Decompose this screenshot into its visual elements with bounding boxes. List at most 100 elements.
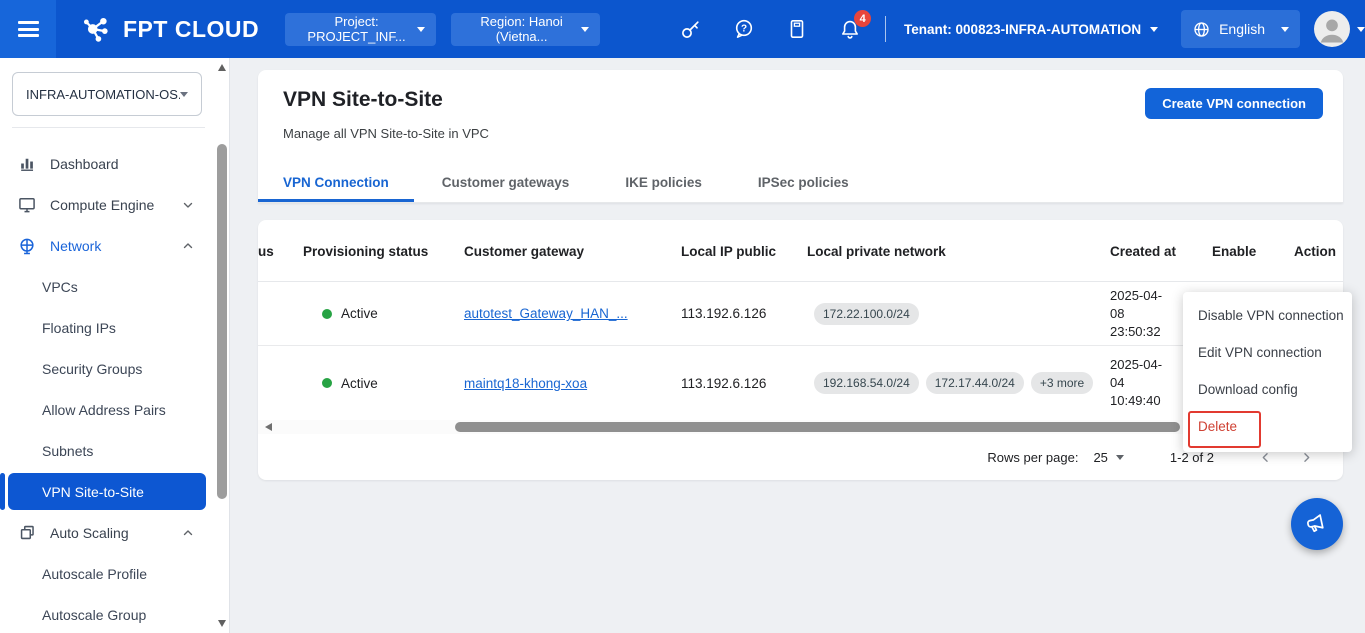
sidebar-item-label: Compute Engine (50, 197, 154, 213)
scroll-up-arrow-icon[interactable] (218, 64, 226, 71)
sidebar-item-security-groups[interactable]: Security Groups (0, 348, 218, 389)
scrollbar-thumb[interactable] (217, 144, 227, 499)
col-created-at: Created at (1110, 220, 1176, 282)
rows-per-page-label: Rows per page: (987, 450, 1078, 465)
hamburger-icon (18, 18, 39, 41)
chevron-down-icon (581, 27, 589, 32)
horizontal-scrollbar[interactable] (258, 420, 1343, 434)
menu-item-download-config[interactable]: Download config (1183, 371, 1352, 408)
chevron-down-icon (180, 92, 188, 97)
sidebar-item-label: Subnets (42, 443, 93, 459)
gateway-link[interactable]: autotest_Gateway_HAN_... (464, 306, 628, 321)
sidebar-item-label: Dashboard (50, 156, 119, 172)
sidebar-item-floating-ips[interactable]: Floating IPs (0, 307, 218, 348)
scroll-left-arrow-icon[interactable] (265, 423, 272, 431)
status-dot-icon (322, 378, 332, 388)
sidebar-item-network[interactable]: Network (0, 225, 218, 266)
customer-gateway-cell: maintq18-khong-xoa (464, 346, 679, 420)
feedback-fab-button[interactable] (1291, 498, 1343, 550)
sidebar-item-dashboard[interactable]: Dashboard (0, 143, 218, 184)
status-dot-icon (322, 309, 332, 319)
scroll-down-arrow-icon[interactable] (218, 620, 226, 627)
gateway-link[interactable]: maintq18-khong-xoa (464, 376, 587, 391)
language-selector[interactable]: English (1181, 10, 1300, 48)
network-chip: 172.22.100.0/24 (814, 303, 919, 325)
table-row: Active maintq18-khong-xoa 113.192.6.126 … (258, 345, 1343, 420)
sidebar-item-label: VPCs (42, 279, 78, 295)
chat-question-icon[interactable]: ? (731, 16, 757, 42)
monitor-icon (16, 194, 38, 216)
navbar-icon-group: ? 4 (678, 16, 863, 42)
share-network-icon (80, 12, 114, 46)
vpn-table-card: us Provisioning status Customer gateway … (258, 220, 1343, 480)
page-subtitle: Manage all VPN Site-to-Site in VPC (283, 126, 489, 141)
sidebar-item-auto-scaling[interactable]: Auto Scaling (0, 512, 218, 553)
app-root: FPT CLOUD Project: PROJECT_INF... Region… (0, 0, 1365, 633)
row-action-context-menu: Disable VPN connection Edit VPN connecti… (1183, 292, 1352, 452)
sidebar-divider (12, 127, 205, 128)
notifications-bell-icon[interactable]: 4 (837, 16, 863, 42)
sidebar-item-label: Network (50, 238, 101, 254)
created-at-text: 2025-04-08 23:50:32 (1110, 287, 1172, 341)
tab-ike-policies[interactable]: IKE policies (597, 165, 730, 202)
tab-customer-gateways[interactable]: Customer gateways (414, 165, 598, 202)
menu-toggle-button[interactable] (0, 0, 56, 58)
tab-bar: VPN Connection Customer gateways IKE pol… (258, 165, 1343, 203)
rows-per-page-value: 25 (1093, 450, 1107, 465)
page-title: VPN Site-to-Site (283, 88, 443, 112)
tenant-selector[interactable]: Tenant: 000823-INFRA-AUTOMATION (904, 22, 1158, 37)
network-chip-more[interactable]: +3 more (1031, 372, 1093, 394)
project-dropdown[interactable]: Project: PROJECT_INF... (285, 13, 436, 46)
sidebar: INFRA-AUTOMATION-OS... Dashboard Compute… (0, 58, 230, 633)
table-header-row: us Provisioning status Customer gateway … (258, 220, 1343, 282)
scrollbar-thumb[interactable] (455, 422, 1180, 432)
col-action: Action (1294, 220, 1336, 282)
workspace-selector[interactable]: INFRA-AUTOMATION-OS... (12, 72, 202, 116)
megaphone-icon (1302, 509, 1333, 540)
sidebar-nav: Dashboard Compute Engine Network (0, 143, 218, 633)
docs-book-icon[interactable] (784, 16, 810, 42)
create-vpn-connection-button[interactable]: Create VPN connection (1145, 88, 1323, 119)
sidebar-item-vpcs[interactable]: VPCs (0, 266, 218, 307)
sidebar-item-autoscale-profile[interactable]: Autoscale Profile (0, 553, 218, 594)
network-chip: 192.168.54.0/24 (814, 372, 919, 394)
user-menu[interactable] (1314, 11, 1365, 47)
network-chip: 172.17.44.0/24 (926, 372, 1024, 394)
rows-per-page-select[interactable]: 25 (1093, 450, 1123, 465)
region-dropdown-label: Region: Hanoi (Vietna... (462, 14, 581, 44)
tenant-label: Tenant: 000823-INFRA-AUTOMATION (904, 22, 1141, 37)
sidebar-item-label: Floating IPs (42, 320, 116, 336)
col-local-ip-public: Local IP public (681, 220, 776, 282)
chevron-down-icon (1150, 27, 1158, 32)
chevron-down-icon (1281, 27, 1289, 32)
tab-ipsec-policies[interactable]: IPSec policies (730, 165, 877, 202)
key-icon[interactable] (678, 16, 704, 42)
project-dropdown-label: Project: PROJECT_INF... (296, 14, 417, 44)
sidebar-item-vpn-site-to-site[interactable]: VPN Site-to-Site (8, 473, 206, 510)
sidebar-item-compute-engine[interactable]: Compute Engine (0, 184, 218, 225)
sidebar-item-label: Security Groups (42, 361, 142, 377)
private-network-cell: 192.168.54.0/24 172.17.44.0/24 +3 more (814, 346, 1119, 420)
col-status-truncated: us (258, 220, 298, 282)
notification-badge: 4 (854, 10, 871, 27)
menu-item-delete[interactable]: Delete (1183, 408, 1352, 445)
sidebar-item-subnets[interactable]: Subnets (0, 430, 218, 471)
layers-icon (16, 522, 38, 544)
chevron-up-icon (181, 526, 195, 540)
region-dropdown[interactable]: Region: Hanoi (Vietna... (451, 13, 600, 46)
sidebar-item-autoscale-group[interactable]: Autoscale Group (0, 594, 218, 633)
tab-vpn-connection[interactable]: VPN Connection (258, 165, 414, 202)
local-ip-cell: 113.192.6.126 (681, 282, 805, 345)
menu-item-edit-vpn-connection[interactable]: Edit VPN connection (1183, 334, 1352, 371)
navbar-divider (885, 16, 886, 42)
person-icon (1314, 11, 1350, 47)
chevron-down-icon (1357, 27, 1365, 32)
sidebar-scrollbar[interactable] (217, 60, 228, 631)
top-navbar: FPT CLOUD Project: PROJECT_INF... Region… (0, 0, 1365, 58)
menu-item-disable-vpn-connection[interactable]: Disable VPN connection (1183, 297, 1352, 334)
sidebar-item-allow-address-pairs[interactable]: Allow Address Pairs (0, 389, 218, 430)
active-item-edge (0, 473, 5, 510)
workspace-selector-label: INFRA-AUTOMATION-OS... (26, 87, 180, 102)
network-globe-icon (16, 235, 38, 257)
chevron-down-icon (181, 198, 195, 212)
